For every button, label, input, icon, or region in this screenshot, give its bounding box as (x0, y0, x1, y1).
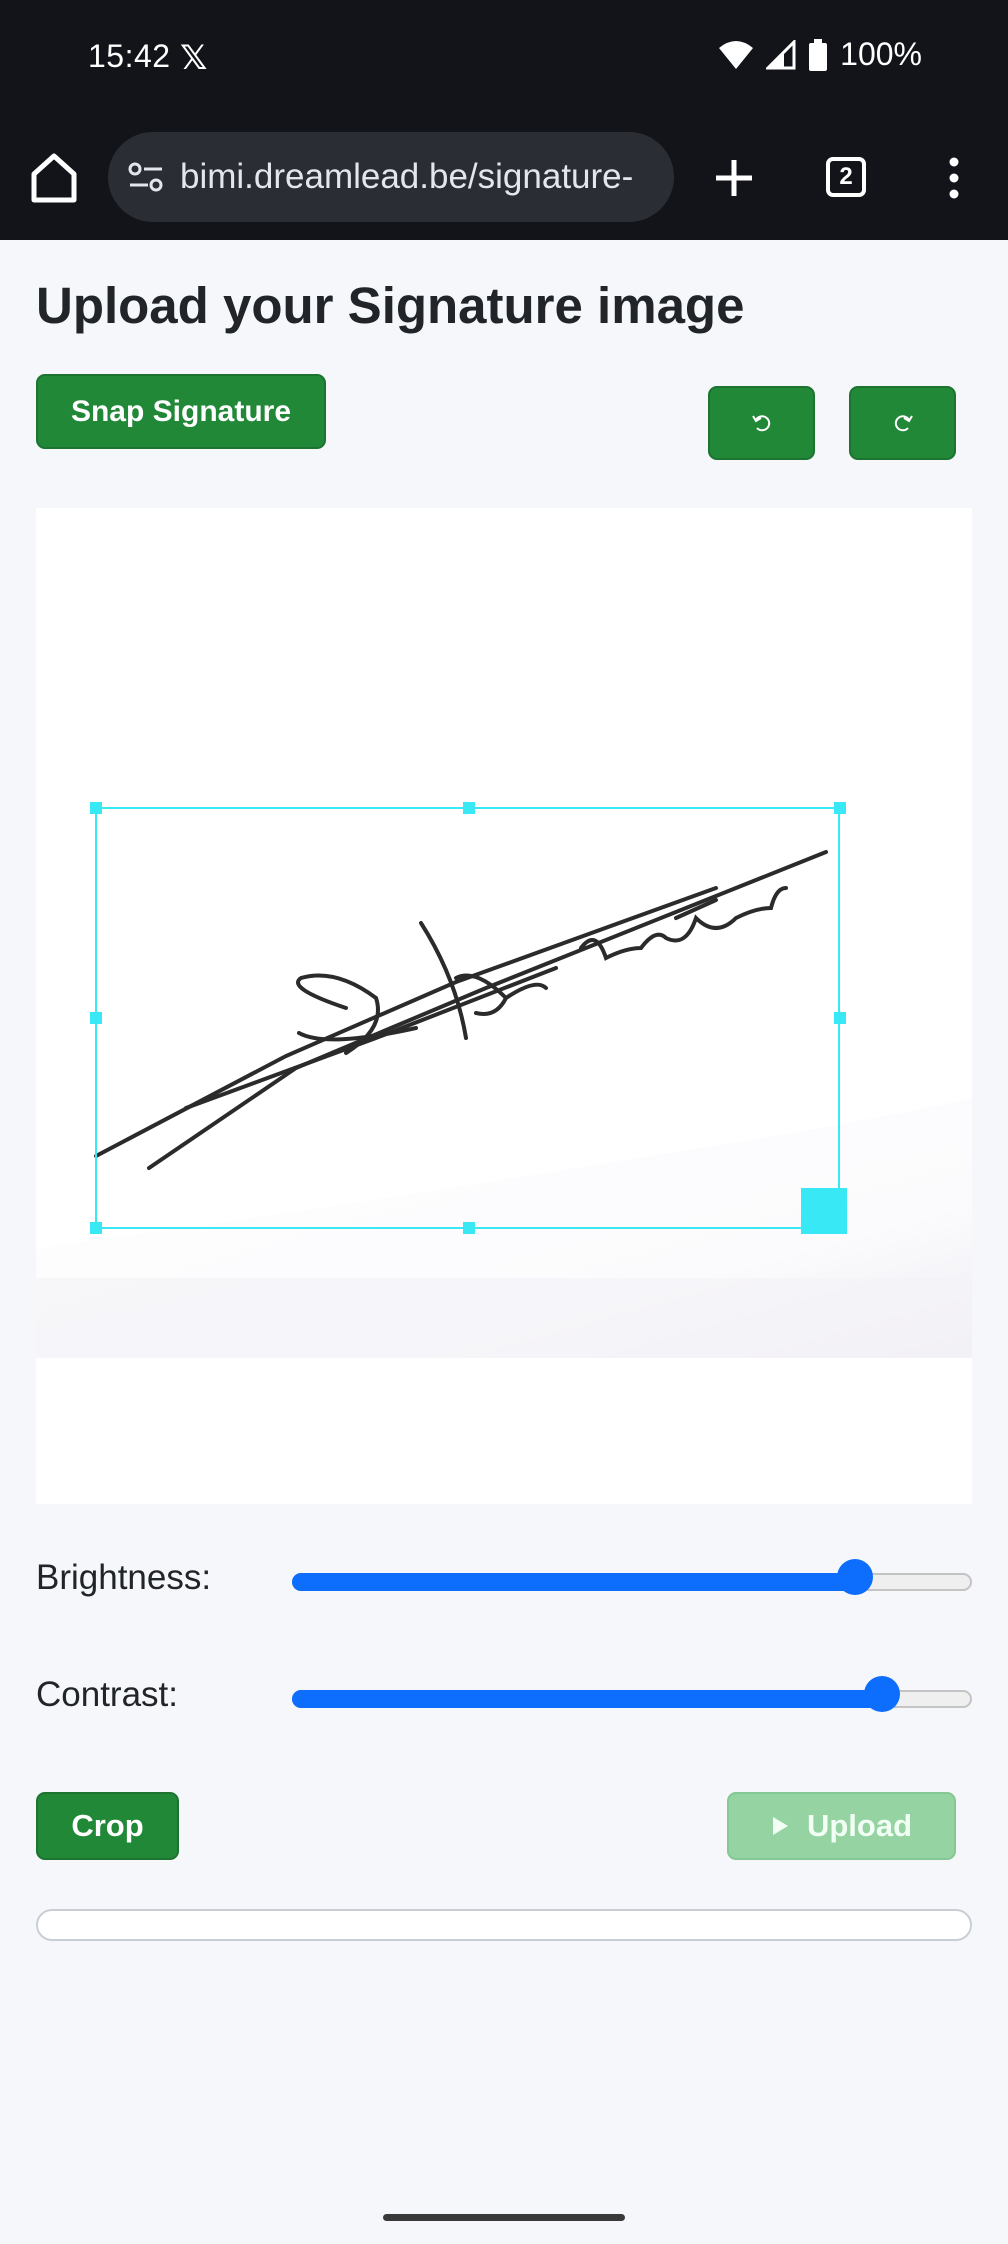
gesture-navigation-bar[interactable] (383, 2214, 625, 2221)
battery-percent: 100% (840, 36, 922, 72)
address-bar[interactable]: bimi.dreamlead.be/signature- (108, 132, 674, 222)
home-icon[interactable] (30, 150, 78, 206)
upload-button[interactable]: Upload (727, 1792, 956, 1860)
status-bar: 15:42 𝕏 100% (0, 0, 1008, 116)
brightness-slider-fill (292, 1573, 854, 1591)
crop-handle-right[interactable] (834, 1012, 846, 1024)
crop-button[interactable]: Crop (36, 1792, 179, 1860)
crop-handle-bottom[interactable] (463, 1222, 475, 1234)
upload-button-label: Upload (806, 1808, 913, 1843)
more-menu-icon[interactable] (940, 154, 968, 202)
brightness-row: Brightness: (36, 1550, 972, 1610)
site-settings-icon[interactable] (126, 157, 166, 197)
status-time: 15:42 (88, 38, 171, 74)
browser-toolbar: bimi.dreamlead.be/signature- 2 (0, 116, 1008, 240)
crop-handle-top-right[interactable] (834, 802, 846, 814)
wifi-icon (719, 40, 754, 69)
page-title: Upload your Signature image (36, 277, 745, 334)
upload-progress-bar (36, 1909, 972, 1941)
signal-icon (766, 39, 796, 69)
battery-icon (809, 38, 828, 71)
brightness-label: Brightness: (36, 1558, 212, 1597)
crop-handle-top[interactable] (463, 802, 475, 814)
status-icons: 100% (718, 36, 922, 73)
contrast-label: Contrast: (36, 1675, 178, 1714)
x-logo-icon: 𝕏 (180, 39, 208, 77)
rotate-left-button[interactable] (708, 386, 815, 460)
contrast-slider-fill (292, 1690, 881, 1708)
rotate-left-icon (751, 415, 770, 432)
new-tab-icon[interactable] (710, 154, 758, 202)
crop-selection-box[interactable] (90, 802, 846, 1234)
rotate-right-button[interactable] (849, 386, 956, 460)
url-text[interactable]: bimi.dreamlead.be/signature- (180, 157, 633, 197)
rotate-right-icon (894, 415, 913, 432)
crop-resize-handle[interactable] (801, 1188, 847, 1234)
crop-handle-bottom-left[interactable] (90, 1222, 102, 1234)
crop-handle-left[interactable] (90, 1012, 102, 1024)
crop-handle-top-left[interactable] (90, 802, 102, 814)
contrast-row: Contrast: (36, 1667, 972, 1727)
play-icon (772, 1817, 788, 1835)
contrast-slider-thumb[interactable] (864, 1676, 901, 1712)
snap-signature-button[interactable]: Snap Signature (36, 374, 326, 449)
brightness-slider-thumb[interactable] (837, 1559, 874, 1595)
signature-image-editor[interactable] (36, 508, 972, 1504)
tab-switcher-button[interactable]: 2 (826, 157, 866, 197)
contrast-slider[interactable] (292, 1676, 972, 1712)
brightness-slider[interactable] (292, 1559, 972, 1595)
